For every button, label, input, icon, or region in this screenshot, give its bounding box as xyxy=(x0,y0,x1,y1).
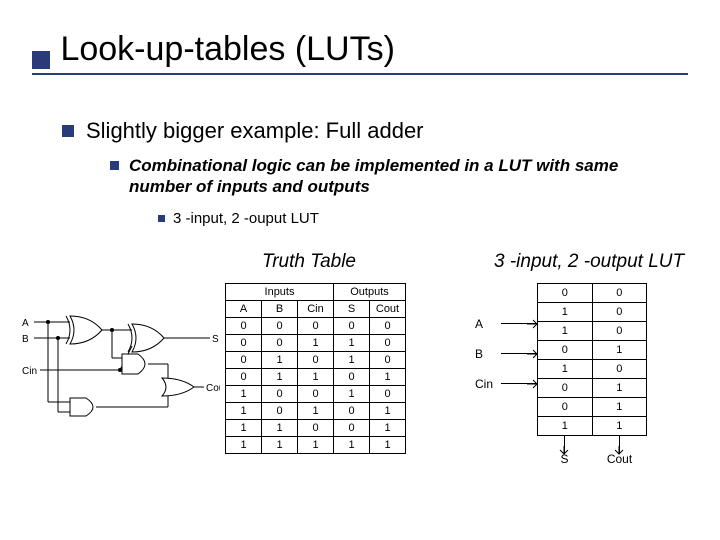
truth-cell: 1 xyxy=(262,352,298,369)
truth-header: B xyxy=(262,301,298,318)
title-bar: Look-up-tables (LUTs) xyxy=(32,30,688,75)
lut-cell: 0 xyxy=(538,284,593,303)
bullet-icon xyxy=(62,125,74,137)
truth-cell: 1 xyxy=(262,437,298,454)
truth-header: Cout xyxy=(370,301,406,318)
lut-cell: 0 xyxy=(538,341,593,360)
truth-group-inputs: Inputs xyxy=(226,284,334,301)
truth-cell: 1 xyxy=(262,420,298,437)
truth-cell: 1 xyxy=(334,386,370,403)
truth-table-caption: Truth Table xyxy=(262,251,356,273)
bullet-1-text: Slightly bigger example: Full adder xyxy=(86,118,424,144)
lut-input-label: A xyxy=(475,317,503,331)
truth-cell: 0 xyxy=(370,318,406,335)
lut-diagram: A B Cin 0010100110010111 S Cout xyxy=(475,283,695,436)
lut-cell: 1 xyxy=(538,417,593,436)
truth-cell: 0 xyxy=(334,420,370,437)
lut-cell: 1 xyxy=(592,398,647,417)
truth-cell: 0 xyxy=(262,386,298,403)
truth-table: Inputs Outputs A B Cin S Cout 0000000110… xyxy=(225,283,406,454)
title-accent-square xyxy=(32,51,50,69)
lut-cell: 1 xyxy=(538,303,593,322)
lut-cell: 0 xyxy=(538,398,593,417)
truth-cell: 0 xyxy=(334,318,370,335)
bullet-level-2: Combinational logic can be implemented i… xyxy=(110,155,670,198)
lut-cell: 0 xyxy=(592,360,647,379)
circuit-label-b: B xyxy=(22,334,29,345)
lut-cell: 1 xyxy=(592,341,647,360)
truth-cell: 1 xyxy=(226,437,262,454)
bullet-level-1: Slightly bigger example: Full adder xyxy=(62,118,424,144)
truth-cell: 0 xyxy=(262,403,298,420)
truth-cell: 0 xyxy=(298,386,334,403)
truth-cell: 1 xyxy=(298,335,334,352)
truth-cell: 0 xyxy=(226,318,262,335)
lut-caption: 3 -input, 2 -output LUT xyxy=(494,251,684,273)
truth-cell: 0 xyxy=(298,352,334,369)
truth-header: S xyxy=(334,301,370,318)
bullet-2-text: Combinational logic can be implemented i… xyxy=(129,155,670,198)
truth-cell: 0 xyxy=(226,369,262,386)
lut-cell: 0 xyxy=(538,379,593,398)
bullet-3-text: 3 -input, 2 -ouput LUT xyxy=(173,210,319,227)
circuit-label-cin: Cin xyxy=(22,366,37,377)
full-adder-circuit-diagram: A B Cin S Cout xyxy=(20,312,220,442)
truth-cell: 1 xyxy=(298,437,334,454)
truth-cell: 1 xyxy=(370,369,406,386)
truth-cell: 1 xyxy=(370,437,406,454)
truth-cell: 0 xyxy=(334,369,370,386)
truth-cell: 0 xyxy=(262,318,298,335)
truth-cell: 0 xyxy=(262,335,298,352)
truth-cell: 0 xyxy=(298,420,334,437)
lut-cell: 1 xyxy=(592,417,647,436)
truth-cell: 1 xyxy=(298,369,334,386)
truth-cell: 1 xyxy=(334,437,370,454)
lut-cell: 0 xyxy=(592,303,647,322)
slide-title: Look-up-tables (LUTs) xyxy=(60,30,394,69)
bullet-level-3: 3 -input, 2 -ouput LUT xyxy=(158,210,319,227)
truth-cell: 1 xyxy=(226,403,262,420)
lut-cell: 1 xyxy=(592,379,647,398)
truth-cell: 1 xyxy=(298,403,334,420)
lut-cell: 0 xyxy=(592,322,647,341)
truth-cell: 0 xyxy=(334,403,370,420)
truth-cell: 0 xyxy=(370,335,406,352)
circuit-label-s: S xyxy=(212,334,219,345)
lut-output-label: S xyxy=(537,452,592,466)
lut-output-label: Cout xyxy=(592,452,647,466)
lut-cell: 1 xyxy=(538,360,593,379)
truth-cell: 1 xyxy=(370,403,406,420)
lut-cell: 1 xyxy=(538,322,593,341)
truth-cell: 1 xyxy=(334,352,370,369)
truth-cell: 0 xyxy=(226,352,262,369)
bullet-icon xyxy=(110,161,119,170)
truth-cell: 1 xyxy=(262,369,298,386)
truth-cell: 1 xyxy=(370,420,406,437)
truth-group-outputs: Outputs xyxy=(334,284,406,301)
truth-cell: 0 xyxy=(298,318,334,335)
circuit-label-a: A xyxy=(22,318,29,329)
truth-header: Cin xyxy=(298,301,334,318)
bullet-icon xyxy=(158,215,165,222)
lut-cell: 0 xyxy=(592,284,647,303)
truth-cell: 0 xyxy=(226,335,262,352)
truth-cell: 1 xyxy=(226,420,262,437)
truth-header: A xyxy=(226,301,262,318)
lut-input-label: B xyxy=(475,347,503,361)
lut-input-label: Cin xyxy=(475,377,503,391)
truth-cell: 1 xyxy=(334,335,370,352)
truth-cell: 1 xyxy=(226,386,262,403)
truth-cell: 0 xyxy=(370,386,406,403)
truth-cell: 0 xyxy=(370,352,406,369)
circuit-label-cout: Cout xyxy=(206,383,220,394)
lut-table: 0010100110010111 S Cout xyxy=(537,283,647,436)
